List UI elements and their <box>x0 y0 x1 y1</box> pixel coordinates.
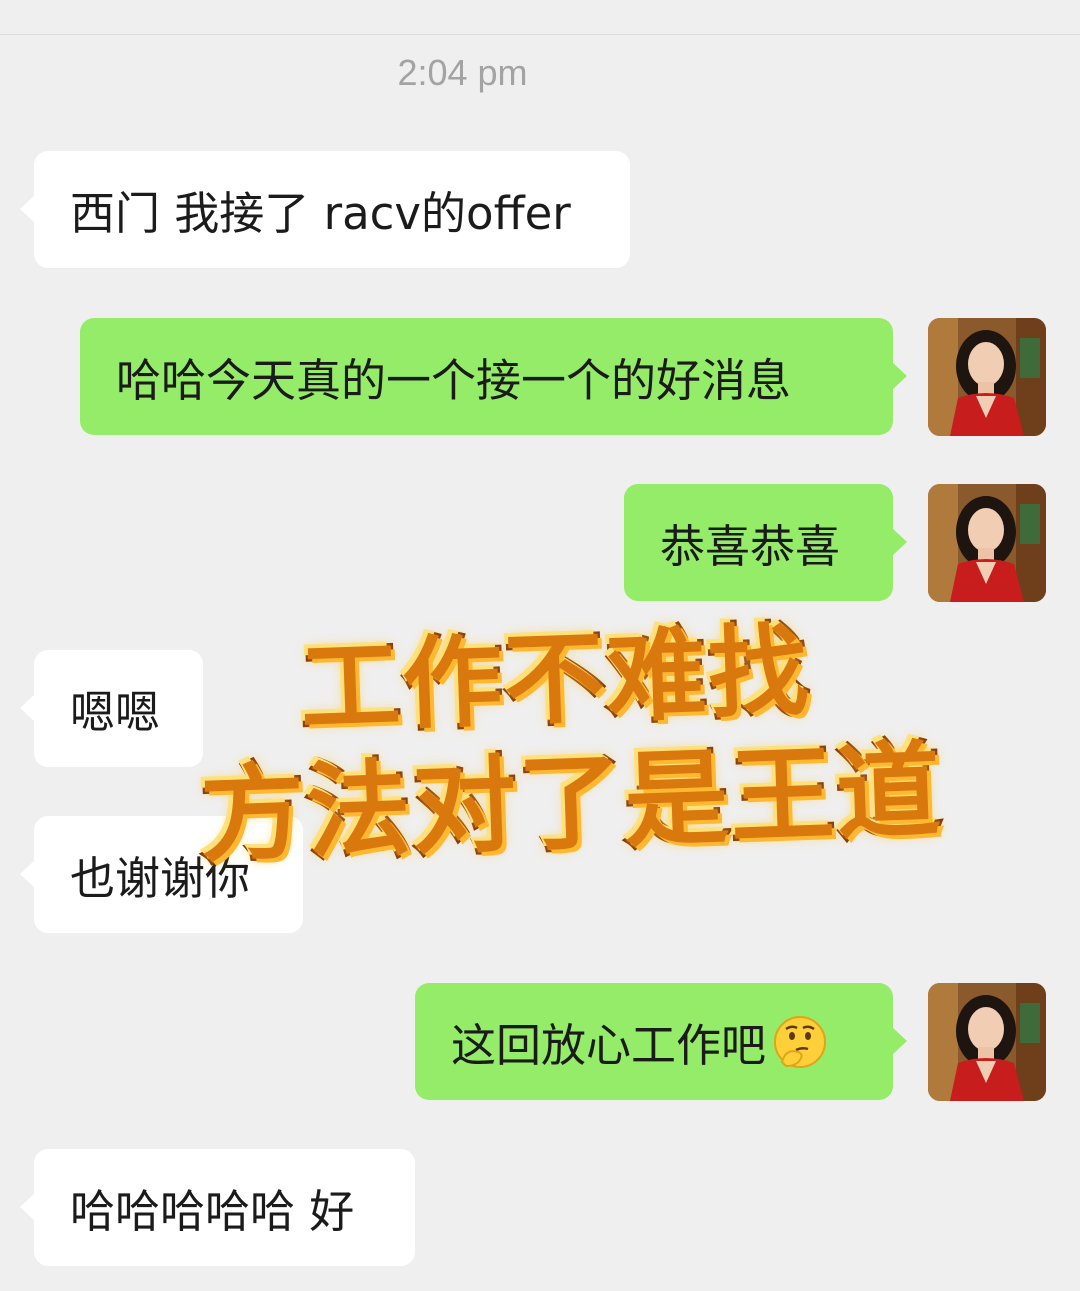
outgoing-message-bubble[interactable]: 恭喜恭喜 <box>624 484 907 601</box>
thinking-face-emoji-icon <box>772 1014 828 1070</box>
user-avatar[interactable] <box>928 983 1046 1101</box>
outgoing-message-bubble[interactable]: 哈哈今天真的一个接一个的好消息 <box>80 318 907 435</box>
overlay-caption-line-2: 方法对了是王道 <box>196 727 947 880</box>
message-text: 哈哈哈哈哈 好 <box>70 1185 355 1238</box>
outgoing-message-bubble[interactable]: 这回放心工作吧 <box>415 983 907 1100</box>
top-divider <box>0 34 1080 35</box>
message-text: 这回放心工作吧 <box>451 1019 767 1072</box>
message-text: 恭喜恭喜 <box>660 520 841 573</box>
user-avatar[interactable] <box>928 484 1046 602</box>
incoming-message-bubble[interactable]: 西门 我接了 racv的offer <box>20 151 630 268</box>
incoming-message-bubble[interactable]: 嗯嗯 <box>20 650 203 767</box>
message-text: 哈哈今天真的一个接一个的好消息 <box>116 354 792 407</box>
user-avatar[interactable] <box>928 318 1046 436</box>
message-text: 西门 我接了 racv的offer <box>70 187 571 240</box>
message-timestamp: 2:04 pm <box>397 52 528 93</box>
incoming-message-bubble[interactable]: 哈哈哈哈哈 好 <box>20 1149 415 1266</box>
message-text: 嗯嗯 <box>70 686 161 739</box>
